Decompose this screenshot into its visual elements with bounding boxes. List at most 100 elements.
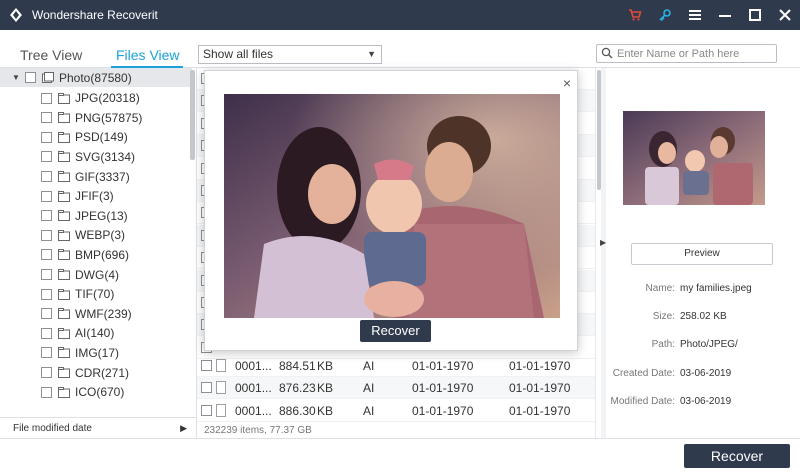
search-icon: [601, 47, 613, 59]
file-icon: [216, 381, 226, 394]
tree-item[interactable]: CDR(271): [0, 363, 192, 382]
tree-item-label: BMP(696): [75, 247, 130, 262]
tree-item[interactable]: IMG(17): [0, 343, 192, 362]
cart-icon[interactable]: [620, 0, 650, 30]
tree-checkbox[interactable]: [41, 269, 52, 280]
tree-checkbox[interactable]: [25, 72, 36, 83]
menu-icon[interactable]: [680, 0, 710, 30]
close-icon[interactable]: [770, 0, 800, 30]
tree-item[interactable]: JPG(20318): [0, 89, 192, 108]
tree-item[interactable]: SVG(3134): [0, 147, 192, 166]
row-checkbox[interactable]: [201, 360, 212, 371]
cell-unit: KB: [317, 381, 334, 395]
tree-checkbox[interactable]: [41, 288, 52, 300]
tree-checkbox[interactable]: [41, 347, 52, 359]
tree-checkbox[interactable]: [41, 249, 52, 261]
tree-item-label: Photo(87580): [59, 70, 132, 85]
tree-item-label: PNG(57875): [75, 110, 143, 125]
folder-icon: [58, 92, 70, 104]
folder-icon: [58, 171, 70, 182]
tree-item-photo[interactable]: ▼ Photo(87580): [0, 68, 192, 87]
cell-unit: KB: [317, 404, 334, 418]
tree-checkbox[interactable]: [41, 92, 52, 104]
tree-item[interactable]: WMF(239): [0, 304, 192, 323]
file-modified-date-filter[interactable]: File modified date ▶: [0, 417, 196, 438]
file-filter-select[interactable]: Show all files ▼: [198, 45, 382, 64]
tab-files-view[interactable]: Files View: [116, 47, 180, 63]
meta-value: Photo/JPEG/: [680, 339, 738, 350]
tree-panel: ▼ Photo(87580) JPG(20318) PNG(57875) PSD(149…: [0, 68, 196, 416]
file-icon: [216, 359, 226, 372]
folder-icon: [58, 249, 70, 261]
tree-item[interactable]: TIF(70): [0, 285, 192, 304]
photo-folder-icon: [42, 72, 54, 83]
preview-modal: × Recover: [204, 70, 578, 351]
meta-label: Size:: [652, 311, 675, 322]
tree-item-label: JFIF(3): [75, 189, 114, 204]
tree-item[interactable]: PSD(149): [0, 128, 192, 147]
modal-close-icon[interactable]: ×: [563, 75, 571, 91]
chevron-down-icon[interactable]: ▼: [12, 73, 20, 82]
tree-item[interactable]: WEBP(3): [0, 226, 192, 245]
toolbar: Tree View Files View Show all files ▼: [0, 30, 800, 68]
tab-tree-view[interactable]: Tree View: [20, 47, 82, 63]
minimize-icon[interactable]: [710, 0, 740, 30]
folder-icon: [58, 210, 70, 222]
tree-item-label: WMF(239): [75, 306, 132, 321]
tree-item[interactable]: JFIF(3): [0, 187, 192, 206]
table-row[interactable]: 0001... 886.30 KB AI 01-01-1970 01-01-1970: [197, 400, 595, 422]
tree-item-label: IMG(17): [75, 345, 120, 360]
tree-item[interactable]: DWG(4): [0, 265, 192, 284]
folder-icon: [58, 288, 70, 300]
table-row[interactable]: 0001... 884.51 KB AI 01-01-1970 01-01-1970: [197, 355, 595, 377]
tree-checkbox[interactable]: [41, 386, 52, 398]
tree-item-label: AI(140): [75, 326, 115, 341]
tree-item[interactable]: JPEG(13): [0, 206, 192, 225]
tree-checkbox[interactable]: [41, 327, 52, 339]
meta-label: Modified Date:: [610, 396, 675, 407]
tree-checkbox[interactable]: [41, 171, 52, 182]
cell-type: AI: [363, 381, 375, 395]
tree-checkbox[interactable]: [41, 151, 52, 163]
tree-item[interactable]: AI(140): [0, 324, 192, 343]
recover-button[interactable]: Recover: [684, 444, 790, 468]
tree-scrollbar[interactable]: [190, 70, 195, 160]
tree-item-label: JPG(20318): [75, 91, 140, 106]
folder-icon: [58, 151, 70, 163]
tree-item-label: JPEG(13): [75, 208, 128, 223]
tree-checkbox[interactable]: [41, 190, 52, 202]
tree-item[interactable]: GIF(3337): [0, 167, 192, 186]
meta-value: 03-06-2019: [680, 368, 732, 379]
tree-checkbox[interactable]: [41, 229, 52, 241]
key-icon[interactable]: [650, 0, 680, 30]
tree-item[interactable]: BMP(696): [0, 245, 192, 264]
chevron-down-icon: ▼: [367, 49, 376, 59]
tree-checkbox[interactable]: [41, 210, 52, 222]
file-filter-value: Show all files: [203, 47, 274, 61]
tree-item-label: PSD(149): [75, 130, 128, 145]
table-row[interactable]: 0001... 876.23 KB AI 01-01-1970 01-01-1970: [197, 377, 595, 399]
row-checkbox[interactable]: [201, 405, 212, 416]
tree-item[interactable]: PNG(57875): [0, 108, 192, 127]
meta-value: 03-06-2019: [680, 396, 732, 407]
meta-value: 258.02 KB: [680, 311, 727, 322]
preview-button[interactable]: Preview: [631, 243, 773, 265]
cell-created: 01-01-1970: [412, 359, 474, 373]
bottom-bar: [0, 438, 800, 472]
cell-modified: 01-01-1970: [509, 404, 571, 418]
folder-icon: [58, 190, 70, 202]
cell-size: 886.30: [279, 404, 316, 418]
folder-icon: [58, 229, 70, 241]
modal-recover-button[interactable]: Recover: [360, 320, 431, 342]
folder-icon: [58, 131, 70, 143]
tree-checkbox[interactable]: [41, 308, 52, 320]
tree-checkbox[interactable]: [41, 112, 52, 124]
tree-checkbox[interactable]: [41, 131, 52, 143]
tree-checkbox[interactable]: [41, 367, 52, 378]
cell-modified: 01-01-1970: [509, 359, 571, 373]
cell-name: 0001...: [235, 359, 272, 373]
maximize-icon[interactable]: [740, 0, 770, 30]
row-checkbox[interactable]: [201, 382, 212, 393]
tree-item[interactable]: ICO(670): [0, 383, 192, 402]
search-input[interactable]: [617, 45, 775, 62]
